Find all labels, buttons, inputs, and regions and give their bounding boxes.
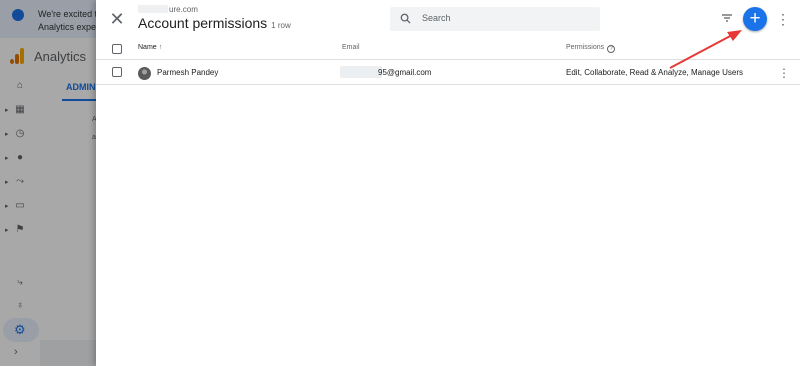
row-count: 1 row — [271, 21, 291, 30]
row-more-vert-icon[interactable]: ⋮ — [778, 66, 790, 80]
select-all-checkbox[interactable] — [112, 44, 122, 54]
panel-title: Account permissions 1 row — [138, 15, 291, 31]
account-permissions-panel: ✕ ure.com Account permissions 1 row Searc… — [96, 0, 800, 366]
redacted-email-part — [340, 66, 382, 78]
modal-scrim[interactable] — [0, 0, 96, 366]
search-input[interactable]: Search — [390, 7, 600, 31]
search-icon — [400, 13, 411, 24]
table-header: Name ↑ Email Permissions? — [96, 38, 800, 60]
sort-arrow-icon: ↑ — [158, 44, 163, 51]
filter-icon[interactable] — [720, 11, 734, 25]
user-email: 95@gmail.com — [378, 68, 432, 77]
add-icon: + — [749, 8, 761, 29]
column-header-permissions[interactable]: Permissions? — [566, 44, 616, 53]
search-placeholder: Search — [422, 13, 451, 23]
user-name: Parmesh Pandey — [157, 68, 219, 77]
row-checkbox[interactable] — [112, 67, 122, 77]
close-icon[interactable]: ✕ — [108, 10, 126, 28]
account-domain: ure.com — [138, 5, 198, 14]
user-permissions: Edit, Collaborate, Read & Analyze, Manag… — [566, 68, 743, 77]
panel-title-text: Account permissions — [138, 15, 268, 31]
column-header-email[interactable]: Email — [342, 44, 360, 51]
column-permissions-label: Permissions — [566, 44, 605, 51]
add-user-button[interactable]: + — [743, 7, 767, 31]
column-header-name[interactable]: Name ↑ — [138, 44, 162, 51]
column-name-label: Name — [138, 44, 157, 51]
domain-suffix: ure.com — [169, 5, 198, 14]
help-icon[interactable]: ? — [607, 45, 616, 53]
avatar — [138, 67, 151, 80]
more-vert-icon[interactable]: ⋮ — [776, 10, 790, 28]
redacted-text — [138, 5, 168, 13]
table-row[interactable]: Parmesh Pandey 95@gmail.com Edit, Collab… — [96, 61, 800, 85]
